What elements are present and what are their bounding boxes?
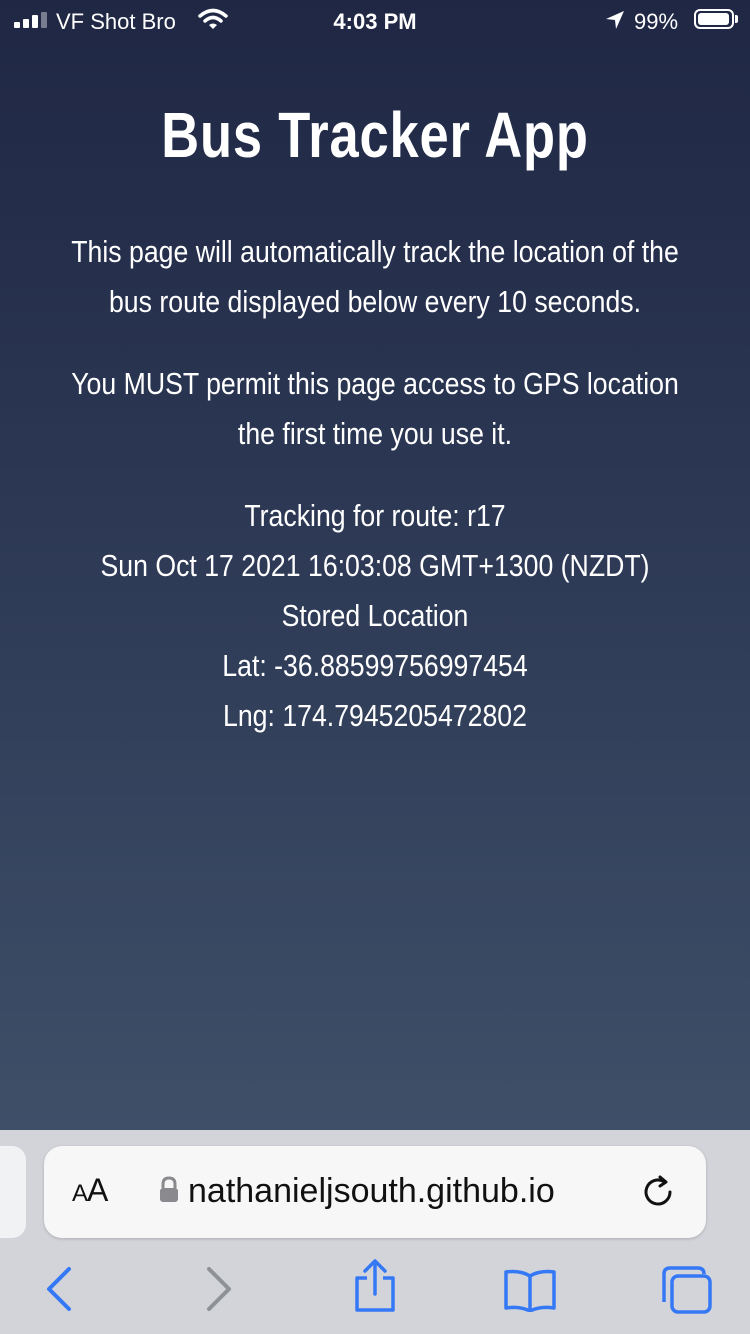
status-bar: VF Shot Bro 4:03 PM 99% [0,0,750,40]
previous-tab-preview[interactable] [0,1146,26,1238]
address-bar[interactable]: AA nathanieljsouth.github.io [44,1146,706,1238]
bookmarks-icon[interactable] [502,1268,558,1312]
reload-icon[interactable] [640,1174,676,1210]
location-arrow-icon [606,11,624,29]
battery-nub [735,15,738,23]
stored-location-heading: Stored Location [281,598,469,633]
browser-toolbar: AA nathanieljsouth.github.io [0,1130,750,1334]
latitude-value: Lat: -36.88599756997454 [222,648,528,683]
url-text[interactable]: nathanieljsouth.github.io [188,1172,555,1211]
reader-options-button[interactable]: AA [72,1172,108,1209]
tabs-icon[interactable] [660,1264,714,1316]
forward-icon[interactable] [204,1266,234,1312]
tracking-timestamp: Sun Oct 17 2021 16:03:08 GMT+1300 (NZDT) [100,548,650,583]
battery-icon [694,9,734,29]
lock-icon [160,1176,178,1202]
battery-percentage: 99% [634,9,679,34]
intro-paragraph: This page will automatically track the l… [71,234,679,319]
longitude-value: Lng: 174.7945205472802 [223,698,527,733]
tracking-route: Tracking for route: r17 [244,498,506,533]
share-icon[interactable] [352,1258,398,1314]
page-title: Bus Tracker App [161,99,589,171]
permission-paragraph: You MUST permit this page access to GPS … [71,366,679,451]
back-icon[interactable] [44,1266,74,1312]
